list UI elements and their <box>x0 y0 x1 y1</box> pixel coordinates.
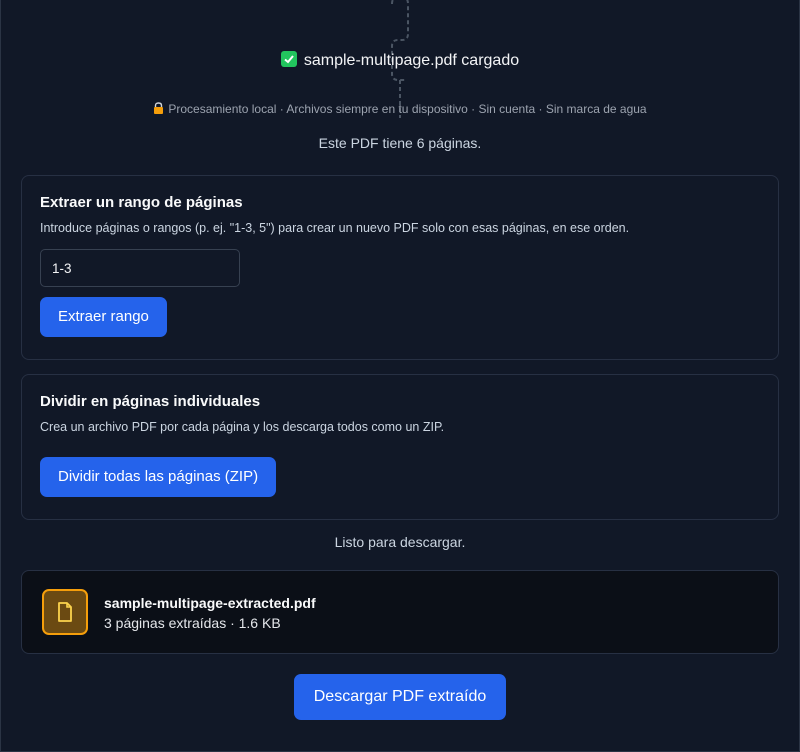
file-loaded-message: sample-multipage.pdf cargado <box>0 51 800 70</box>
loaded-filename: sample-multipage.pdf cargado <box>303 52 520 69</box>
split-description: Crea un archivo PDF por cada página y lo… <box>40 420 445 434</box>
check-box-icon <box>280 51 297 67</box>
privacy-text: Procesamiento local · Archivos siempre e… <box>168 102 647 116</box>
extract-range-button[interactable]: Extraer rango <box>40 297 167 337</box>
file-icon <box>42 589 88 635</box>
extract-title: Extraer un rango de páginas <box>40 194 243 211</box>
split-pages-card: Dividir en páginas individuales Crea un … <box>21 374 779 520</box>
download-pdf-button[interactable]: Descargar PDF extraído <box>294 674 506 720</box>
extract-description: Introduce páginas o rangos (p. ej. "1-3,… <box>40 221 630 235</box>
page-count-text: Este PDF tiene 6 páginas. <box>318 135 482 151</box>
lock-icon <box>154 102 164 114</box>
extract-range-card: Extraer un rango de páginas Introduce pá… <box>21 175 779 360</box>
split-title: Dividir en páginas individuales <box>40 393 261 410</box>
split-all-pages-button[interactable]: Dividir todas las páginas (ZIP) <box>40 457 277 497</box>
privacy-note: Procesamiento local · Archivos siempre e… <box>0 102 800 116</box>
result-meta: 3 páginas extraídas · 1.6 KB <box>104 615 281 631</box>
page-range-input[interactable] <box>40 249 240 287</box>
result-filename: sample-multipage-extracted.pdf <box>104 595 316 611</box>
status-text: Listo para descargar. <box>334 534 466 550</box>
result-file-card: sample-multipage-extracted.pdf 3 páginas… <box>21 570 779 654</box>
